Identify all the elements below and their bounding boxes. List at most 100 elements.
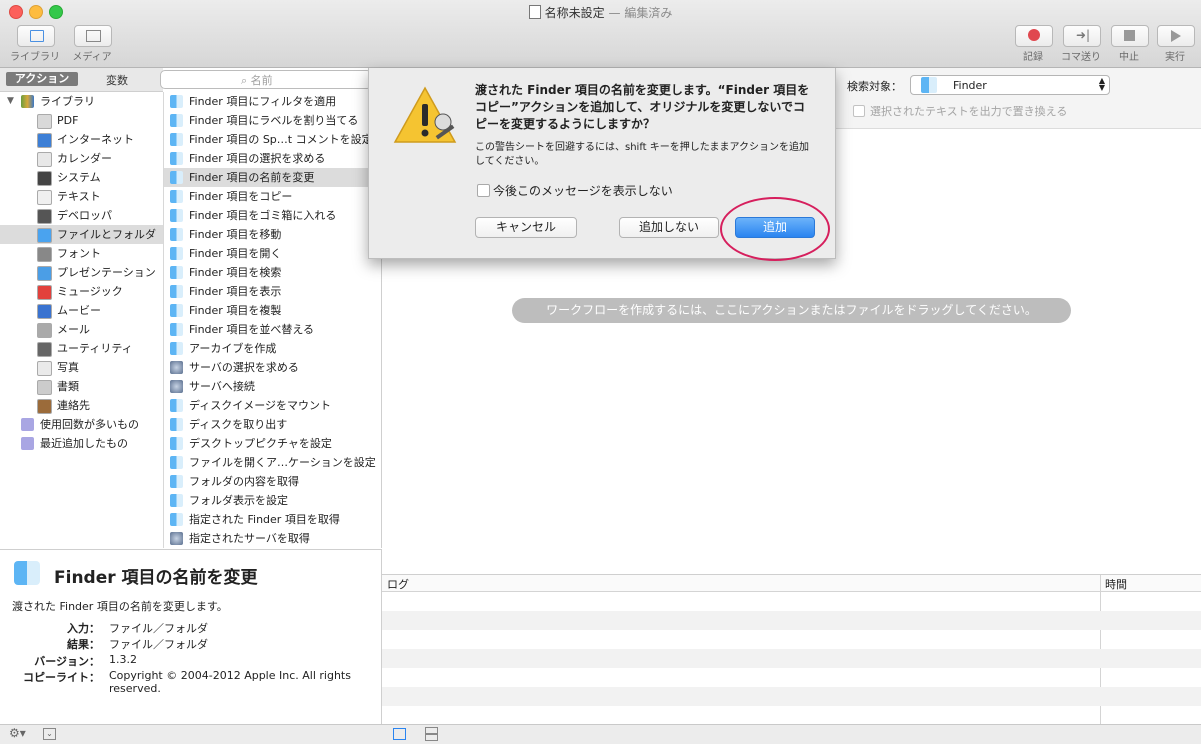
finder-icon (170, 437, 183, 450)
finder-icon (170, 209, 183, 222)
action-list-item[interactable]: Finder 項目を移動 (164, 225, 381, 244)
run-button[interactable] (1157, 25, 1195, 47)
result-label: 結果： (67, 638, 100, 651)
search-input[interactable]: ⌕ 名前 (160, 70, 372, 89)
log-row (382, 687, 1201, 706)
log-row (382, 649, 1201, 668)
action-list-item[interactable]: Finder 項目をコピー (164, 187, 381, 206)
action-list-item[interactable]: Finder 項目の Sp…t コメントを設定 (164, 130, 381, 149)
action-list-item[interactable]: Finder 項目を複製 (164, 301, 381, 320)
action-list-item[interactable]: アーカイブを作成 (164, 339, 381, 358)
action-list-item[interactable]: 指定されたサーバを取得 (164, 529, 381, 548)
action-list-item[interactable]: ファイルを開くア…ケーションを設定 (164, 453, 381, 472)
library-category-item[interactable]: フォント (0, 244, 163, 263)
stop-button[interactable] (1111, 25, 1149, 47)
library-category-item[interactable]: カレンダー (0, 149, 163, 168)
library-category-item[interactable]: ユーティリティ (0, 339, 163, 358)
library-category-item[interactable]: メール (0, 320, 163, 339)
search-icon: ⌕ (241, 74, 251, 87)
action-list-item[interactable]: サーバへ接続 (164, 377, 381, 396)
copyright-label: コピーライト： (23, 671, 100, 684)
log-row (382, 611, 1201, 630)
finder-small-icon (921, 77, 937, 93)
action-list-item[interactable]: 指定された Finder 項目を取得 (164, 510, 381, 529)
smart-group-item[interactable]: 最近追加したもの (0, 434, 163, 453)
action-list-item[interactable]: Finder 項目を表示 (164, 282, 381, 301)
list-view-icon[interactable] (393, 728, 406, 740)
tab-variables[interactable]: 変数 (106, 72, 128, 88)
gear-icon[interactable]: ⚙▾ (9, 726, 26, 740)
library-category-item[interactable]: PDF (0, 111, 163, 130)
dont-add-button[interactable]: 追加しない (619, 217, 719, 238)
run-icon (1171, 30, 1181, 42)
library-category-item[interactable]: 連絡先 (0, 396, 163, 415)
action-list-item[interactable]: デスクトップピクチャを設定 (164, 434, 381, 453)
record-icon (1028, 29, 1040, 41)
finder-icon (170, 456, 183, 469)
result-value: ファイル／フォルダ (109, 638, 208, 651)
log-table: ログ 時間 (382, 574, 1201, 725)
library-category-item[interactable]: インターネット (0, 130, 163, 149)
dialog-message: 渡された Finder 項目の名前を変更します。“Finder 項目をコピー”ア… (475, 83, 810, 131)
library-root[interactable]: ▼ ライブラリ (0, 92, 163, 111)
input-value: ファイル／フォルダ (109, 622, 208, 635)
library-category-item[interactable]: ミュージック (0, 282, 163, 301)
action-list: Finder 項目にフィルタを適用 Finder 項目にラベルを割り当てる Find… (164, 92, 382, 548)
log-column-header[interactable]: ログ (387, 576, 409, 592)
smart-group-icon (21, 418, 34, 431)
library-category-item[interactable]: デベロッパ (0, 206, 163, 225)
library-category-item[interactable]: テキスト (0, 187, 163, 206)
smart-group-icon (21, 437, 34, 450)
action-list-item[interactable]: フォルダ表示を設定 (164, 491, 381, 510)
finder-icon (170, 399, 183, 412)
action-list-item[interactable]: Finder 項目を並べ替える (164, 320, 381, 339)
disclosure-triangle-icon: ▼ (7, 96, 14, 106)
category-icon (37, 342, 52, 357)
run-label: 実行 (1165, 52, 1185, 63)
finder-icon (170, 513, 183, 526)
action-list-item[interactable]: Finder 項目の選択を求める (164, 149, 381, 168)
action-list-item[interactable]: Finder 項目にラベルを割り当てる (164, 111, 381, 130)
suppress-checkbox-label[interactable]: 今後このメッセージを表示しない (493, 182, 673, 199)
action-list-item[interactable]: フォルダの内容を取得 (164, 472, 381, 491)
action-list-item[interactable]: Finder 項目を検索 (164, 263, 381, 282)
library-category-item[interactable]: 書類 (0, 377, 163, 396)
library-category-item[interactable]: 写真 (0, 358, 163, 377)
version-value: 1.3.2 (109, 653, 137, 666)
column-view-icon[interactable] (425, 727, 438, 734)
action-list-item[interactable]: ディスクイメージをマウント (164, 396, 381, 415)
description-toggle-icon[interactable]: ⌄ (43, 728, 56, 740)
step-button[interactable]: ➜| (1063, 25, 1101, 47)
category-icon (37, 114, 52, 129)
action-list-item[interactable]: Finder 項目にフィルタを適用 (164, 92, 381, 111)
category-icon (37, 228, 52, 243)
action-list-item[interactable]: Finder 項目を開く (164, 244, 381, 263)
library-category-item[interactable]: ファイルとフォルダ (0, 225, 163, 244)
column-view-icon-lower (425, 734, 438, 741)
action-list-item[interactable]: Finder 項目の名前を変更 (164, 168, 381, 187)
library-toggle-button[interactable] (17, 25, 55, 47)
finder-icon (170, 475, 183, 488)
media-toggle-button[interactable] (74, 25, 112, 47)
library-tabs: アクション 変数 (0, 68, 163, 92)
action-list-item[interactable]: サーバの選択を求める (164, 358, 381, 377)
library-category-item[interactable]: プレゼンテーション (0, 263, 163, 282)
dialog-informative-text: この警告シートを回避するには、shift キーを押したままアクションを追加してく… (475, 142, 809, 167)
action-list-item[interactable]: ディスクを取り出す (164, 415, 381, 434)
smart-group-item[interactable]: 使用回数が多いもの (0, 415, 163, 434)
cancel-button[interactable]: キャンセル (475, 217, 577, 238)
finder-icon (170, 133, 183, 146)
record-button[interactable] (1015, 25, 1053, 47)
time-column-header[interactable]: 時間 (1105, 576, 1127, 592)
replace-text-checkbox[interactable] (853, 105, 865, 117)
network-icon (170, 532, 183, 545)
finder-icon (170, 266, 183, 279)
action-list-item[interactable]: Finder 項目をゴミ箱に入れる (164, 206, 381, 225)
category-icon (37, 380, 52, 395)
library-category-item[interactable]: システム (0, 168, 163, 187)
suppress-checkbox[interactable] (477, 184, 490, 197)
category-icon (37, 304, 52, 319)
search-target-popup[interactable]: Finder ▲ ▼ (910, 75, 1110, 95)
library-category-item[interactable]: ムービー (0, 301, 163, 320)
tab-actions[interactable]: アクション (6, 72, 78, 86)
